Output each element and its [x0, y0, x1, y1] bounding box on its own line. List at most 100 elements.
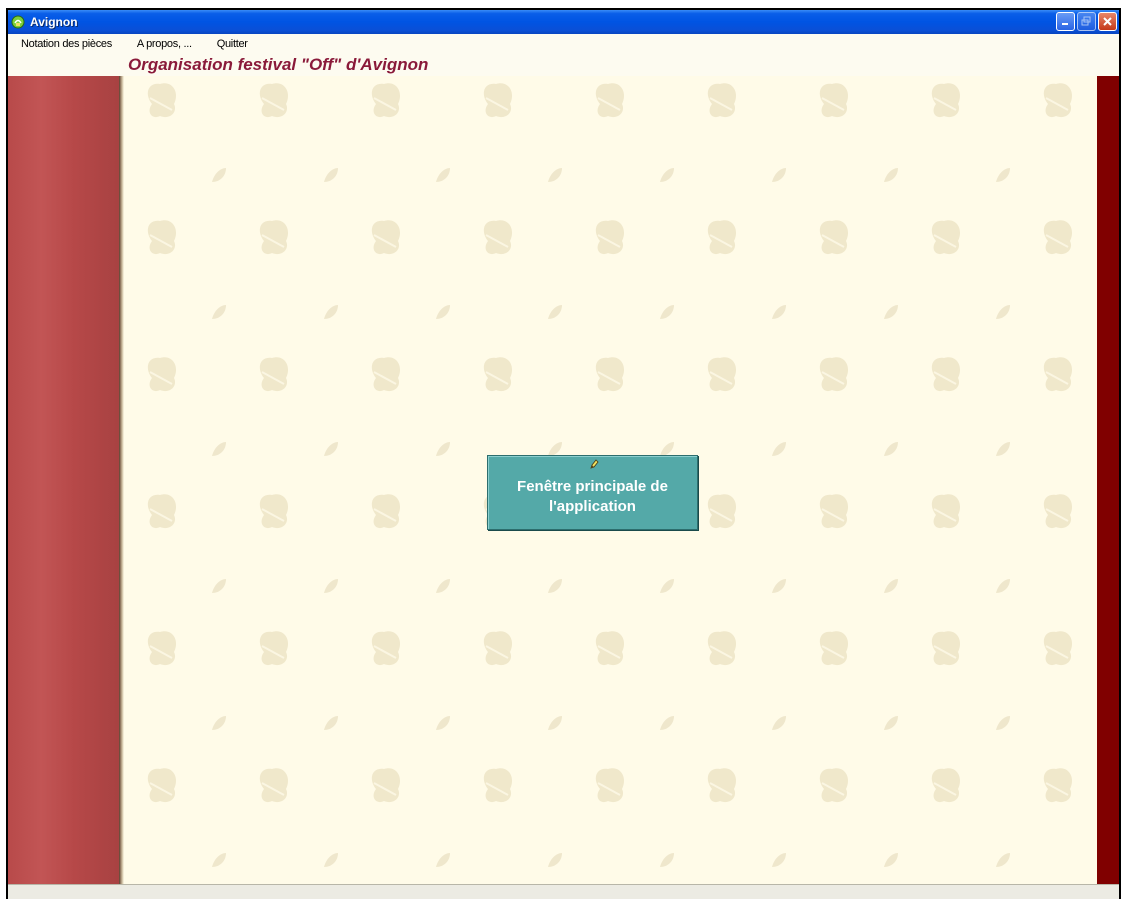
small-leaf-watermark [548, 853, 562, 867]
main-window-button[interactable]: Fenêtre principale de l'application [487, 455, 698, 530]
leaf-watermark [595, 357, 625, 392]
close-button[interactable] [1098, 12, 1117, 31]
small-leaf-watermark [212, 716, 226, 730]
leaf-watermark [931, 357, 961, 392]
small-leaf-watermark [436, 168, 450, 182]
leaf-watermark [931, 631, 961, 666]
small-leaf-watermark [660, 579, 674, 593]
leaf-watermark [1043, 83, 1073, 118]
leaf-watermark [259, 768, 289, 803]
menu-item-notation-des-pieces[interactable]: Notation des pièces [8, 38, 124, 50]
menu-item-a-propos[interactable]: A propos, ... [124, 38, 204, 50]
minimize-icon [1062, 23, 1068, 25]
small-leaf-watermark [996, 716, 1010, 730]
leaf-watermark [707, 357, 737, 392]
leaf-watermark [483, 220, 513, 255]
menu-item-quitter[interactable]: Quitter [204, 38, 260, 50]
small-leaf-watermark [884, 305, 898, 319]
small-leaf-watermark [884, 853, 898, 867]
app-icon [11, 15, 25, 29]
leaf-watermark [707, 631, 737, 666]
leaf-watermark [259, 220, 289, 255]
close-icon [1103, 17, 1112, 26]
leaf-watermark [147, 220, 177, 255]
leaf-watermark [931, 768, 961, 803]
leaf-watermark [1043, 220, 1073, 255]
small-leaf-watermark [212, 579, 226, 593]
small-leaf-watermark [436, 579, 450, 593]
small-leaf-watermark [884, 579, 898, 593]
leaf-watermark [483, 357, 513, 392]
leaf-watermark [595, 631, 625, 666]
small-leaf-watermark [324, 853, 338, 867]
small-leaf-watermark [996, 853, 1010, 867]
leaf-watermark [483, 83, 513, 118]
small-leaf-watermark [884, 168, 898, 182]
small-leaf-watermark [996, 168, 1010, 182]
leaf-watermark [819, 768, 849, 803]
page-title: Organisation festival "Off" d'Avignon [128, 55, 429, 74]
leaf-watermark [819, 357, 849, 392]
small-leaf-watermark [212, 442, 226, 456]
leaf-watermark [931, 83, 961, 118]
title-bar[interactable]: Avignon [8, 10, 1119, 34]
leaf-watermark [819, 83, 849, 118]
leaf-watermark [707, 83, 737, 118]
leaf-watermark [1043, 768, 1073, 803]
small-leaf-watermark [548, 168, 562, 182]
menu-bar: Notation des pièces A propos, ... Quitte… [8, 34, 1119, 54]
leaf-watermark [147, 357, 177, 392]
small-leaf-watermark [212, 305, 226, 319]
minimize-button[interactable] [1056, 12, 1075, 31]
leaf-watermark [371, 494, 401, 529]
leaf-watermark [259, 83, 289, 118]
leaf-watermark [1043, 357, 1073, 392]
leaf-watermark [819, 220, 849, 255]
leaf-watermark [371, 357, 401, 392]
main-window-button-label: Fenêtre principale de l'application [517, 477, 668, 515]
leaf-watermark [819, 494, 849, 529]
leaf-watermark [1043, 631, 1073, 666]
small-leaf-watermark [436, 853, 450, 867]
small-leaf-watermark [660, 853, 674, 867]
leaf-watermark [259, 631, 289, 666]
small-leaf-watermark [660, 442, 674, 456]
small-leaf-watermark [772, 442, 786, 456]
small-leaf-watermark [772, 579, 786, 593]
leaf-watermark [371, 631, 401, 666]
leaf-watermark [1043, 494, 1073, 529]
small-leaf-watermark [772, 305, 786, 319]
pencil-icon [589, 456, 599, 476]
leaf-watermark [483, 631, 513, 666]
small-leaf-watermark [996, 579, 1010, 593]
small-leaf-watermark [212, 168, 226, 182]
window-controls [1056, 12, 1117, 31]
leaf-watermark [707, 220, 737, 255]
window-frame-right [1119, 10, 1121, 899]
small-leaf-watermark [324, 442, 338, 456]
small-leaf-watermark [324, 305, 338, 319]
small-leaf-watermark [212, 853, 226, 867]
leaf-watermark [259, 357, 289, 392]
small-leaf-watermark [324, 716, 338, 730]
leaf-watermark [147, 768, 177, 803]
leaf-watermark [147, 631, 177, 666]
leaf-watermark [595, 83, 625, 118]
leaf-watermark [483, 768, 513, 803]
restore-button[interactable] [1077, 12, 1096, 31]
small-leaf-watermark [660, 168, 674, 182]
leaf-watermark [707, 768, 737, 803]
leaf-watermark [819, 631, 849, 666]
small-leaf-watermark [436, 716, 450, 730]
leaf-watermark [595, 220, 625, 255]
small-leaf-watermark [996, 305, 1010, 319]
leaf-watermark [371, 220, 401, 255]
small-leaf-watermark [436, 305, 450, 319]
small-leaf-watermark [884, 442, 898, 456]
small-leaf-watermark [436, 442, 450, 456]
small-leaf-watermark [772, 168, 786, 182]
small-leaf-watermark [548, 305, 562, 319]
leaf-watermark [147, 83, 177, 118]
small-leaf-watermark [772, 853, 786, 867]
leaf-watermark [371, 83, 401, 118]
